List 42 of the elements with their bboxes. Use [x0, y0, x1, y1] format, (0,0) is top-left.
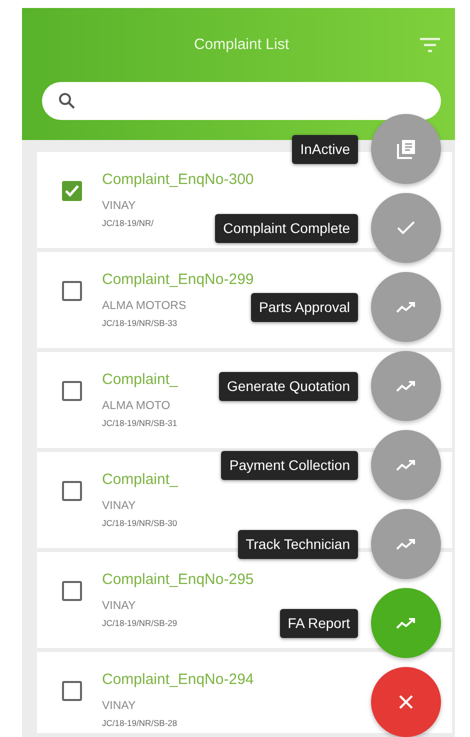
customer-name: ALMA MOTO — [102, 400, 170, 412]
job-code: JC/18-19/NR/SB-29 — [102, 618, 178, 628]
customer-name: VINAY — [102, 600, 136, 612]
trend-icon — [396, 301, 416, 313]
search-field[interactable] — [42, 82, 441, 120]
job-code: JC/18-19/NR/ — [102, 218, 154, 228]
action-tooltip: Payment Collection — [221, 450, 358, 480]
close-icon — [399, 695, 413, 709]
trend-icon — [396, 459, 416, 471]
trend-icon — [396, 380, 416, 392]
trend-icon — [396, 617, 416, 629]
action-tooltip: InActive — [292, 134, 358, 164]
screen-title: Complaint List — [194, 34, 290, 55]
complaint-title: Complaint_ — [102, 371, 178, 388]
checkbox[interactable] — [62, 181, 82, 201]
complaint-title: Complaint_EnqNo-300 — [102, 171, 254, 188]
search-icon — [58, 92, 76, 110]
checkbox[interactable] — [62, 281, 82, 301]
job-code: JC/18-19/NR/SB-33 — [102, 318, 178, 328]
complaint-title: Complaint_EnqNo-295 — [102, 571, 254, 588]
checkbox[interactable] — [62, 481, 82, 501]
check-icon — [396, 220, 416, 236]
document-icon — [395, 138, 417, 160]
complaint-title: Complaint_ — [102, 471, 178, 488]
action-tooltip: Track Technician — [238, 530, 358, 558]
action-tooltip: FA Report — [280, 608, 358, 638]
complaint-title: Complaint_EnqNo-299 — [102, 271, 254, 288]
job-code: JC/18-19/NR/SB-30 — [102, 518, 178, 528]
customer-name: ALMA MOTORS — [102, 300, 186, 312]
checkbox[interactable] — [62, 581, 82, 601]
customer-name: VINAY — [102, 200, 136, 212]
customer-name: VINAY — [102, 700, 136, 712]
trend-icon — [396, 538, 416, 550]
complaint-title: Complaint_EnqNo-294 — [102, 671, 254, 688]
job-code: JC/18-19/NR/SB-31 — [102, 418, 178, 428]
action-tooltip: Complaint Complete — [215, 214, 358, 242]
customer-name: VINAY — [102, 500, 136, 512]
checkbox[interactable] — [62, 681, 82, 701]
action-tooltip: Parts Approval — [250, 292, 358, 322]
job-code: JC/18-19/NR/SB-28 — [102, 718, 178, 728]
action-tooltip: Generate Quotation — [219, 372, 358, 400]
checkbox[interactable] — [62, 381, 82, 401]
